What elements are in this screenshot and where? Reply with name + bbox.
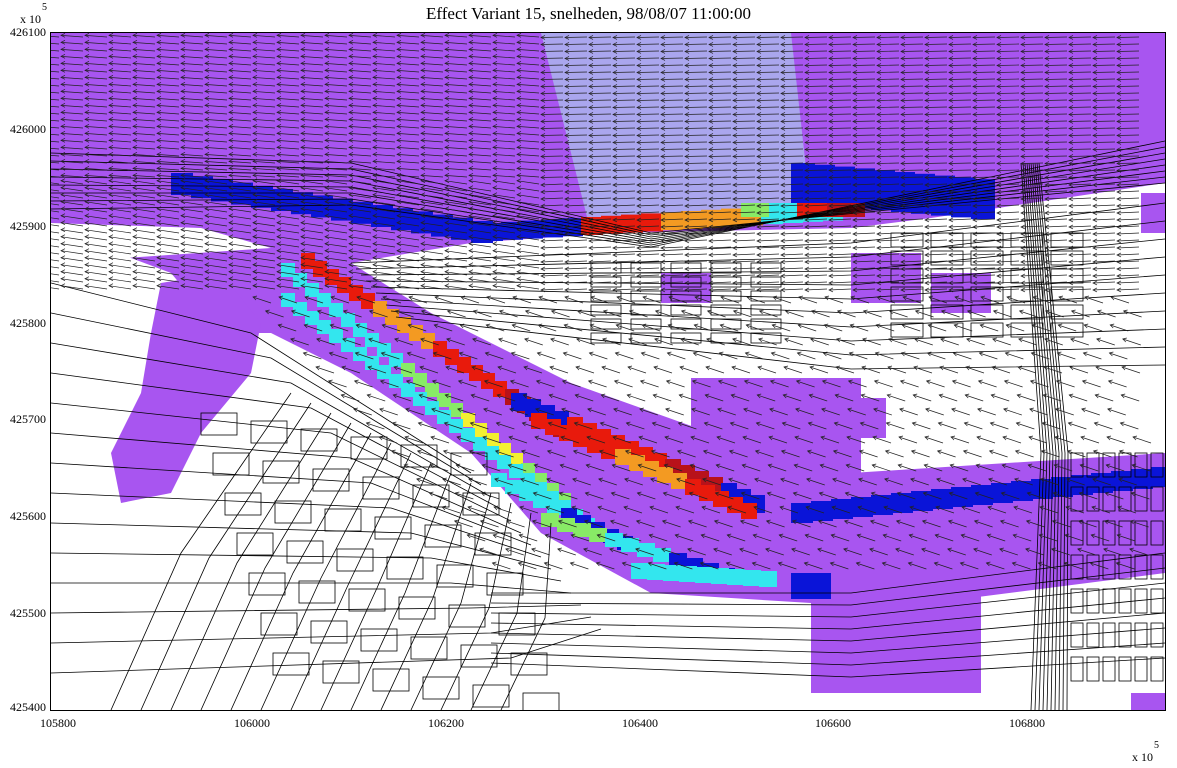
velocity-cell [445,349,459,365]
velocity-cell [437,393,451,407]
velocity-cell [711,568,729,584]
velocity-cell [457,357,471,373]
velocity-cell [685,479,701,495]
velocity-cell [695,567,713,583]
velocity-cell [1111,471,1133,491]
velocity-cell [365,356,379,370]
velocity-cell [811,501,833,521]
velocity-cell [461,428,475,442]
velocity-cell [657,467,673,483]
velocity-cell [337,277,351,293]
flooded-patch [846,398,886,438]
velocity-cell [533,494,549,508]
velocity-cell [605,533,623,547]
velocity-cell [851,497,873,517]
velocity-cell [437,410,451,424]
velocity-cell [811,573,831,599]
velocity-cell [871,495,893,515]
flooded-patch [1141,193,1165,233]
velocity-cell [1091,473,1113,493]
velocity-cell [311,195,333,218]
velocity-cell [505,480,521,494]
velocity-cell [545,419,561,435]
velocity-cell [629,455,645,471]
velocity-cell [469,365,483,381]
velocity-cell [293,273,307,287]
velocity-cell [353,347,367,361]
velocity-cell [791,573,811,599]
velocity-cell [491,473,507,487]
velocity-cell [911,491,933,511]
velocity-cell [573,431,589,447]
y-multiplier-exponent: 5 [42,2,47,13]
velocity-cell [341,313,355,327]
velocity-cell [271,189,293,211]
velocity-cell [741,503,757,519]
velocity-cell [631,563,649,579]
velocity-cell [473,423,487,437]
flooded-patch [1131,693,1165,710]
velocity-cell [557,518,575,532]
velocity-cell [341,338,355,352]
velocity-cell [317,293,331,307]
velocity-cell [481,373,495,389]
velocity-cell [305,311,319,325]
velocity-cell [377,343,391,357]
velocity-cell [325,269,339,285]
velocity-cell [621,214,643,233]
velocity-cell [401,383,415,397]
velocity-cell [1131,469,1153,489]
velocity-cell [653,548,671,562]
flooded-patch [851,253,921,303]
velocity-cell [329,303,343,317]
chart-title: Effect Variant 15, snelheden, 98/08/07 1… [426,4,751,23]
velocity-cell [305,283,319,297]
flooded-patch [661,273,711,303]
velocity-cell [663,565,681,581]
map-canvas [51,33,1165,710]
velocity-cell [641,213,663,232]
velocity-cell [755,203,769,217]
velocity-cell [679,566,697,582]
velocity-cell [891,493,913,513]
velocity-cell [601,443,617,459]
velocity-cell [425,383,439,397]
velocity-cell [413,392,427,406]
velocity-cell [449,419,463,433]
flooded-patch [691,378,861,478]
velocity-cell [721,208,743,227]
velocity-cell [389,353,403,367]
velocity-cell [519,487,535,501]
velocity-cell [743,570,761,586]
velocity-cell [727,569,745,585]
velocity-cell [461,413,475,427]
velocity-cell [573,523,591,537]
velocity-cell [317,320,331,334]
velocity-cell [329,329,343,343]
velocity-cell [727,497,743,513]
velocity-cell [647,564,665,580]
velocity-cell [931,489,953,509]
velocity-cell [497,455,511,469]
velocity-cell [759,571,777,587]
map-plot-area[interactable] [50,32,1166,711]
velocity-cell [353,323,367,337]
velocity-cell [669,553,687,567]
flooded-patch [811,593,981,693]
velocity-cell [413,373,427,387]
velocity-cell [281,263,295,277]
velocity-cell [425,401,439,415]
